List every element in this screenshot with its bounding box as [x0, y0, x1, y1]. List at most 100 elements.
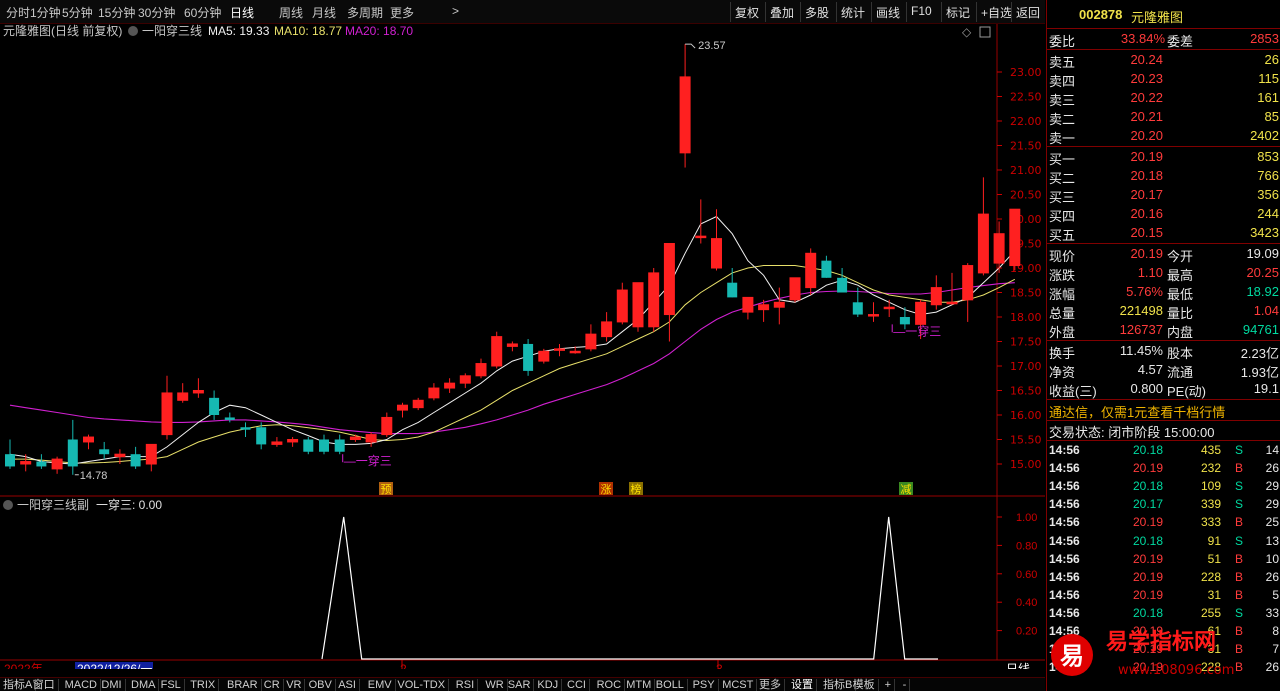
indicator-tab[interactable]: TRIX	[187, 679, 220, 691]
bid-price: 20.16	[1130, 206, 1163, 221]
ask-level: 卖四 20.23 115	[1047, 70, 1280, 89]
candle	[883, 299, 895, 317]
indicator-tab[interactable]: -	[900, 679, 911, 691]
indicator-tab[interactable]: MCST	[719, 679, 758, 691]
candle	[695, 199, 707, 244]
ask-price: 20.21	[1130, 109, 1163, 124]
toolbar-button-3[interactable]: 统计	[836, 2, 869, 22]
stock-code: 002878	[1079, 7, 1123, 22]
stat-value: 1.04	[1253, 303, 1279, 318]
sub-tick-label: 0.20	[1016, 626, 1037, 638]
indicator-tab[interactable]: OBV	[306, 679, 336, 691]
sub-signal-line	[321, 516, 938, 660]
bid-level: 买三 20.17 356	[1047, 186, 1280, 205]
tick-row: 14:56 20.19 31 B 7	[1047, 641, 1280, 660]
bid-volume: 356	[1257, 187, 1279, 202]
bid-level: 买一 20.19 853	[1047, 148, 1280, 167]
candle	[365, 432, 377, 447]
tab-period-1[interactable]: 1分钟	[30, 4, 61, 21]
tick-price: 20.18	[1132, 533, 1163, 548]
toolbar-button-1[interactable]: 叠加	[765, 2, 798, 22]
tab-period-5[interactable]: 60分钟	[184, 4, 221, 21]
indicator-tab[interactable]: EMV	[365, 679, 396, 691]
tick-price: 20.19	[1132, 660, 1163, 675]
indicator-tab[interactable]: 模板	[850, 679, 879, 691]
tick-side: S	[1234, 533, 1243, 548]
toolbar-button-6[interactable]: 标记	[941, 2, 974, 22]
candle	[334, 434, 345, 455]
toolbar-button-8[interactable]: 返回	[1011, 2, 1044, 22]
indicator-tab[interactable]: 更多	[756, 679, 785, 691]
tick-time: 14:56	[1049, 642, 1080, 657]
indicator-tab[interactable]: PSY	[690, 679, 719, 691]
stat-value: 94761	[1242, 322, 1279, 337]
indicator-tab[interactable]: SAR	[505, 679, 535, 691]
ma5-value: MA5: 19.33	[208, 24, 270, 38]
indicator-tab[interactable]: BOLL	[653, 679, 688, 691]
candle	[444, 378, 456, 393]
stat-value: 19.1	[1253, 381, 1279, 396]
bid-volume: 244	[1257, 206, 1279, 221]
tick-count: 29	[1265, 497, 1279, 512]
indicator-tab[interactable]: VOL-TDX	[394, 679, 450, 691]
indicator-tab[interactable]: BRAR	[224, 679, 262, 691]
promo-row[interactable]: 通达信，仅需1元查看千档行情	[1047, 401, 1280, 420]
tab-period-10[interactable]: 更多	[390, 4, 414, 21]
tab-period-4[interactable]: 30分钟	[138, 4, 175, 21]
indicator-tab[interactable]: 设置	[788, 679, 817, 691]
toolbar-button-7[interactable]: +自选	[976, 2, 1016, 22]
tick-count: 26	[1265, 660, 1279, 675]
candle	[616, 282, 628, 325]
toolbar-button-4[interactable]: 画线	[871, 2, 904, 22]
indicator-tab[interactable]: CR	[261, 679, 284, 691]
indicator-tab[interactable]: CCI	[564, 679, 590, 691]
tick-time: 14:56	[1049, 605, 1080, 620]
indicator-tab[interactable]: VR	[283, 679, 306, 691]
stat-value: 20.25	[1246, 265, 1279, 280]
indicator-tab[interactable]: KDJ	[534, 679, 563, 691]
indicator-tab[interactable]: FSL	[158, 679, 185, 691]
tick-row: 14:56 20.17 339 S 29	[1047, 496, 1280, 515]
y-tick-label: 18.00	[1010, 311, 1042, 324]
tick-time: 14:56	[1049, 569, 1080, 584]
signal-label: —一穿三	[344, 453, 392, 468]
x-label-mar: 3	[716, 662, 723, 669]
more-chevron-icon[interactable]: >	[452, 4, 459, 18]
stat-label: 换手	[1049, 346, 1076, 361]
indicator-tab[interactable]: DMI	[98, 679, 126, 691]
tab-period-2[interactable]: 5分钟	[62, 4, 93, 21]
indicator-tab[interactable]: MACD	[62, 679, 101, 691]
trade-status-row: 交易状态: 闭市阶段 15:00:00	[1047, 421, 1280, 440]
tab-period-9[interactable]: 多周期	[347, 4, 383, 21]
tick-volume: 228	[1200, 660, 1221, 675]
bid-label: 买二	[1049, 171, 1076, 186]
weicha-label: 委差	[1167, 34, 1194, 49]
stat-label: 最高	[1167, 268, 1194, 283]
tab-period-6[interactable]: 日线	[230, 4, 254, 21]
candle	[209, 390, 220, 420]
indicator-tab[interactable]: DMA	[128, 679, 160, 691]
indicator-tab[interactable]: RSI	[453, 679, 479, 691]
tick-volume: 333	[1200, 515, 1221, 530]
tab-period-3[interactable]: 15分钟	[98, 4, 135, 21]
candle	[397, 402, 408, 418]
toolbar-button-2[interactable]: 多股	[800, 2, 833, 22]
indicator-tab[interactable]: MTM	[623, 679, 656, 691]
tick-volume: 435	[1200, 443, 1221, 457]
toolbar-button-0[interactable]: 复权	[730, 2, 763, 22]
tick-count: 14	[1265, 443, 1279, 457]
tab-period-8[interactable]: 月线	[312, 4, 336, 21]
indicator-tab[interactable]: ROC	[594, 679, 626, 691]
tab-period-7[interactable]: 周线	[279, 4, 303, 21]
main-header: 元隆雅图(日线 前复权) 一阳穿三线 MA5: 19.33 MA10: 18.77 MA…	[3, 24, 991, 39]
diamond-icon: ◇	[962, 25, 972, 39]
indicator-tab[interactable]: 窗口	[30, 679, 59, 691]
kline-chart[interactable]: 23.0022.5022.0021.5021.0020.5020.0019.50…	[0, 24, 1045, 669]
ask-label: 卖三	[1049, 93, 1076, 108]
tab-period-0[interactable]: 分时	[6, 4, 30, 21]
indicator-name: 一阳穿三线	[142, 24, 202, 38]
toolbar-button-5[interactable]: F10	[906, 2, 936, 22]
tick-volume: 61	[1207, 624, 1221, 638]
indicator-tab[interactable]: ASI	[335, 679, 360, 691]
indicator-tab[interactable]: +	[882, 679, 896, 691]
